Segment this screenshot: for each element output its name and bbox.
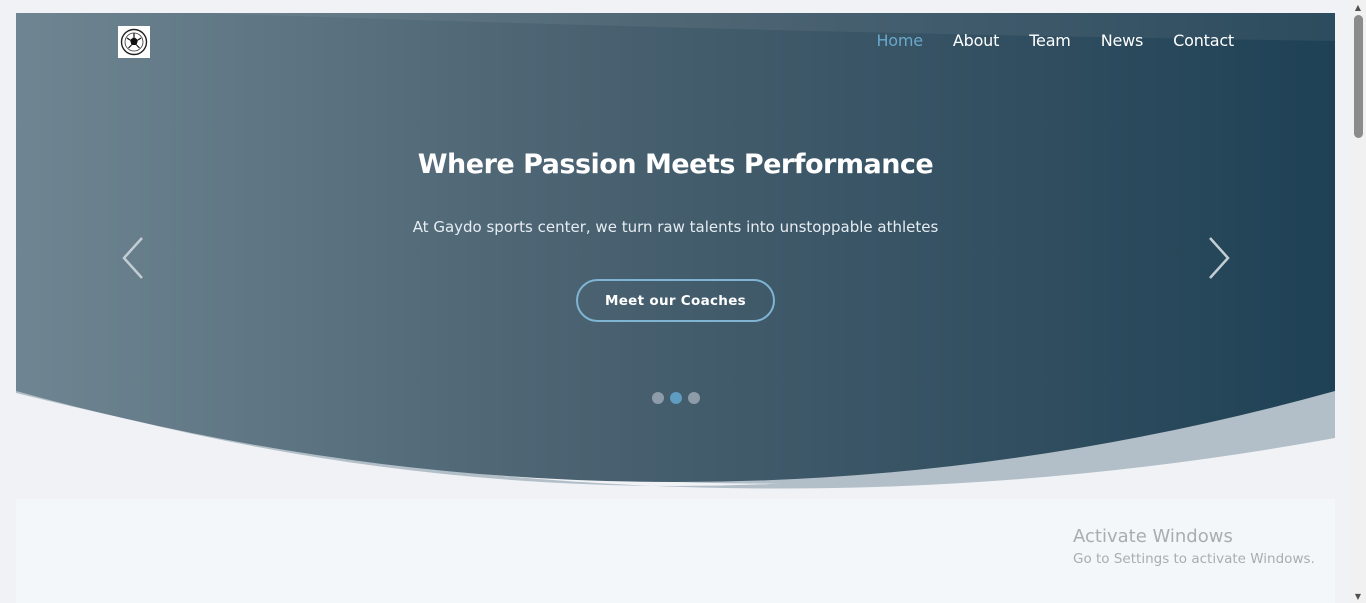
chevron-right-icon [1209, 237, 1230, 279]
nav-contact-link[interactable]: Contact [1173, 31, 1234, 50]
carousel-next-button[interactable] [1202, 235, 1232, 281]
carousel-prev-button[interactable] [120, 235, 150, 281]
hero-background [16, 13, 1335, 489]
carousel-dot-2[interactable] [670, 392, 682, 404]
scrollbar-thumb[interactable] [1354, 15, 1363, 138]
hero-carousel: Home About Team News Contact Where Passi… [16, 13, 1335, 503]
soccer-ball-logo-icon [120, 28, 148, 56]
carousel-dot-3[interactable] [688, 392, 700, 404]
vertical-scrollbar[interactable]: ▲ ▼ [1350, 0, 1366, 603]
scroll-down-arrow-icon[interactable]: ▼ [1350, 589, 1366, 603]
site-logo[interactable] [118, 26, 150, 58]
nav-home-link[interactable]: Home [876, 31, 923, 50]
scroll-up-arrow-icon[interactable]: ▲ [1350, 0, 1366, 14]
chevron-left-icon [122, 237, 143, 279]
main-nav: Home About Team News Contact [876, 31, 1234, 50]
meet-coaches-button[interactable]: Meet our Coaches [576, 279, 775, 322]
carousel-dot-1[interactable] [652, 392, 664, 404]
hero-subtitle: At Gaydo sports center, we turn raw tale… [412, 218, 939, 236]
windows-activation-watermark: Activate Windows Go to Settings to activ… [1073, 526, 1315, 567]
nav-about-link[interactable]: About [953, 31, 1000, 50]
nav-news-link[interactable]: News [1101, 31, 1144, 50]
hero-title: Where Passion Meets Performance [417, 149, 934, 180]
watermark-subtitle: Go to Settings to activate Windows. [1073, 551, 1315, 567]
carousel-indicators [652, 392, 700, 404]
nav-team-link[interactable]: Team [1029, 31, 1071, 50]
watermark-title: Activate Windows [1073, 526, 1233, 547]
page: Home About Team News Contact Where Passi… [0, 0, 1366, 603]
